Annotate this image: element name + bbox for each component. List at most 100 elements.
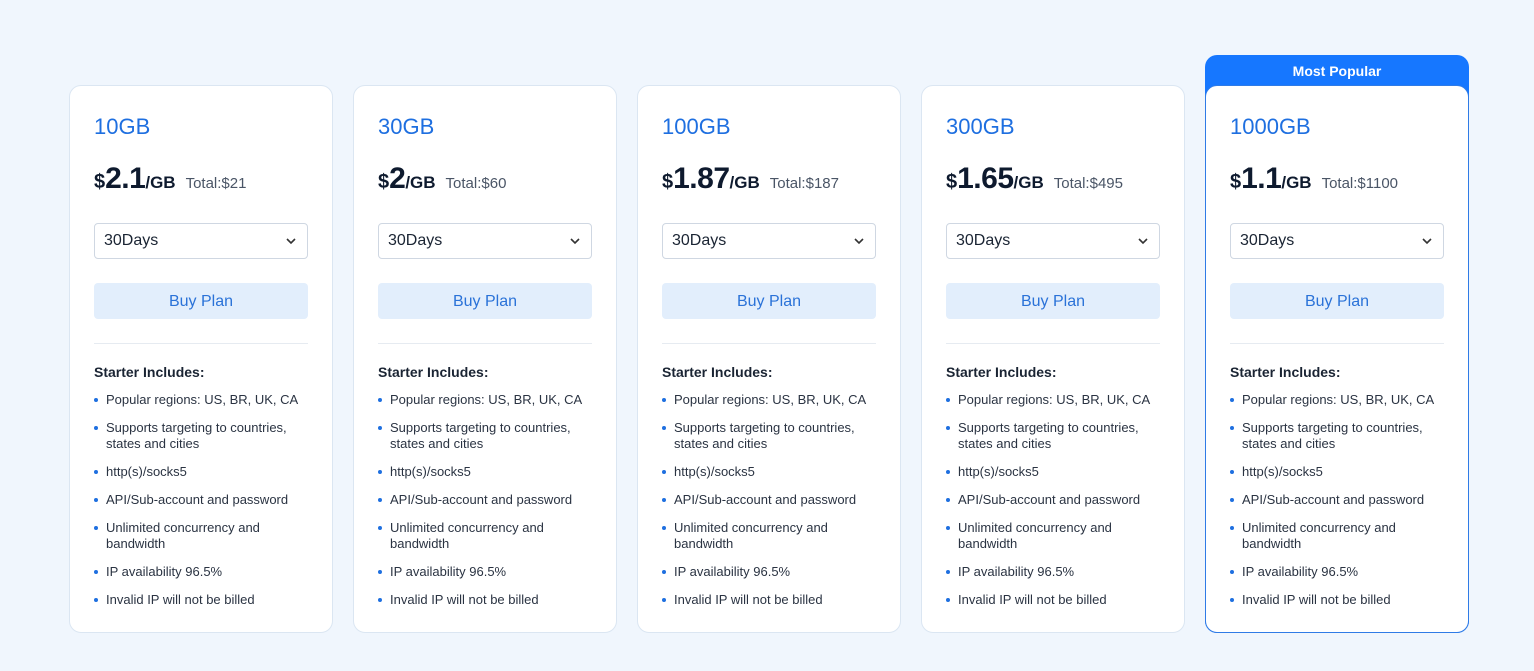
list-item: Popular regions: US, BR, UK, CA [378,392,592,408]
price: $2.1/GB Total:$21 [94,162,246,196]
price-unit: /GB [1013,173,1044,192]
price-total: Total:$187 [769,175,839,192]
duration-select[interactable]: 30Days [662,223,876,259]
price-amount: 1.1 [1241,162,1282,195]
plan-name: 300GB [946,114,1015,139]
bullet-icon [378,498,382,502]
bullet-icon [662,398,666,402]
duration-value: 30Days [1240,232,1295,249]
currency-symbol: $ [946,171,958,193]
list-item: API/Sub-account and password [1230,492,1444,508]
buy-plan-button[interactable]: Buy Plan [94,283,308,319]
list-item: http(s)/socks5 [946,464,1160,480]
bullet-icon [946,598,950,602]
bullet-icon [1230,526,1234,530]
plan-name: 100GB [662,114,731,139]
list-item: Popular regions: US, BR, UK, CA [662,392,876,408]
divider [946,343,1160,344]
buy-plan-button[interactable]: Buy Plan [662,283,876,319]
plan-card-300gb: 300GB $1.65/GB Total:$495 30Days Buy Plan… [921,85,1185,633]
price-unit: /GB [145,173,176,192]
list-item: Invalid IP will not be billed [94,592,308,608]
duration-select[interactable]: 30Days [378,223,592,259]
bullet-icon [94,426,98,430]
list-item: API/Sub-account and password [94,492,308,508]
bullet-icon [94,398,98,402]
bullet-icon [378,426,382,430]
bullet-icon [946,426,950,430]
bullet-icon [378,398,382,402]
list-item: API/Sub-account and password [378,492,592,508]
price-amount: 1.87 [673,162,730,195]
list-item: IP availability 96.5% [662,564,876,580]
list-item: Popular regions: US, BR, UK, CA [94,392,308,408]
duration-select[interactable]: 30Days [94,223,308,259]
duration-value: 30Days [388,232,443,249]
duration-value: 30Days [956,232,1011,249]
divider [1230,343,1444,344]
bullet-icon [94,470,98,474]
plan-card-30gb: 30GB $2/GB Total:$60 30Days Buy Plan Star… [353,85,617,633]
price: $1.87/GB Total:$187 [662,162,839,196]
list-item: Unlimited concurrency and bandwidth [378,520,592,552]
list-item: http(s)/socks5 [662,464,876,480]
bullet-icon [1230,570,1234,574]
divider [378,343,592,344]
list-item: Invalid IP will not be billed [662,592,876,608]
bullet-icon [946,498,950,502]
bullet-icon [1230,470,1234,474]
bullet-icon [378,526,382,530]
plan-name: 30GB [378,114,435,139]
bullet-icon [662,498,666,502]
list-item: Supports targeting to countries, states … [94,420,308,452]
list-item: Supports targeting to countries, states … [946,420,1160,452]
duration-select[interactable]: 30Days [1230,223,1444,259]
duration-value: 30Days [104,232,159,249]
price-amount: 2.1 [105,162,146,195]
list-item: IP availability 96.5% [94,564,308,580]
feature-list: Popular regions: US, BR, UK, CA Supports… [378,392,592,620]
chevron-down-icon [1422,238,1432,245]
pricing-plans: 10GB $2.1/GB Total:$21 30Days Buy Plan St… [69,55,1469,633]
list-item: Invalid IP will not be billed [1230,592,1444,608]
price-total: Total:$60 [445,175,507,192]
list-item: API/Sub-account and password [946,492,1160,508]
list-item: Popular regions: US, BR, UK, CA [946,392,1160,408]
plan-card-1000gb-popular: Most Popular 1000GB $1.1/GB Total:$1100 3… [1205,55,1469,633]
includes-title: Starter Includes: [1230,364,1341,380]
list-item: http(s)/socks5 [378,464,592,480]
feature-list: Popular regions: US, BR, UK, CA Supports… [94,392,308,620]
bullet-icon [378,470,382,474]
price-amount: 2 [389,162,406,195]
plan-card-10gb: 10GB $2.1/GB Total:$21 30Days Buy Plan St… [69,85,333,633]
list-item: Invalid IP will not be billed [378,592,592,608]
bullet-icon [662,598,666,602]
duration-select[interactable]: 30Days [946,223,1160,259]
price-amount: 1.65 [957,162,1014,195]
price-total: Total:$21 [185,175,247,192]
bullet-icon [946,526,950,530]
chevron-down-icon [570,238,580,245]
bullet-icon [94,498,98,502]
duration-value: 30Days [672,232,727,249]
price: $2/GB Total:$60 [378,162,506,196]
feature-list: Popular regions: US, BR, UK, CA Supports… [662,392,876,620]
buy-plan-button[interactable]: Buy Plan [1230,283,1444,319]
bullet-icon [946,570,950,574]
currency-symbol: $ [378,171,390,193]
buy-plan-button[interactable]: Buy Plan [378,283,592,319]
plan-card-100gb: 100GB $1.87/GB Total:$187 30Days Buy Plan… [637,85,901,633]
list-item: Unlimited concurrency and bandwidth [946,520,1160,552]
list-item: IP availability 96.5% [946,564,1160,580]
bullet-icon [94,526,98,530]
plan-name: 1000GB [1230,114,1311,139]
bullet-icon [946,398,950,402]
buy-plan-button[interactable]: Buy Plan [946,283,1160,319]
chevron-down-icon [1138,238,1148,245]
list-item: Invalid IP will not be billed [946,592,1160,608]
chevron-down-icon [286,238,296,245]
price-total: Total:$495 [1053,175,1123,192]
price-unit: /GB [405,173,436,192]
list-item: Unlimited concurrency and bandwidth [94,520,308,552]
includes-title: Starter Includes: [378,364,489,380]
